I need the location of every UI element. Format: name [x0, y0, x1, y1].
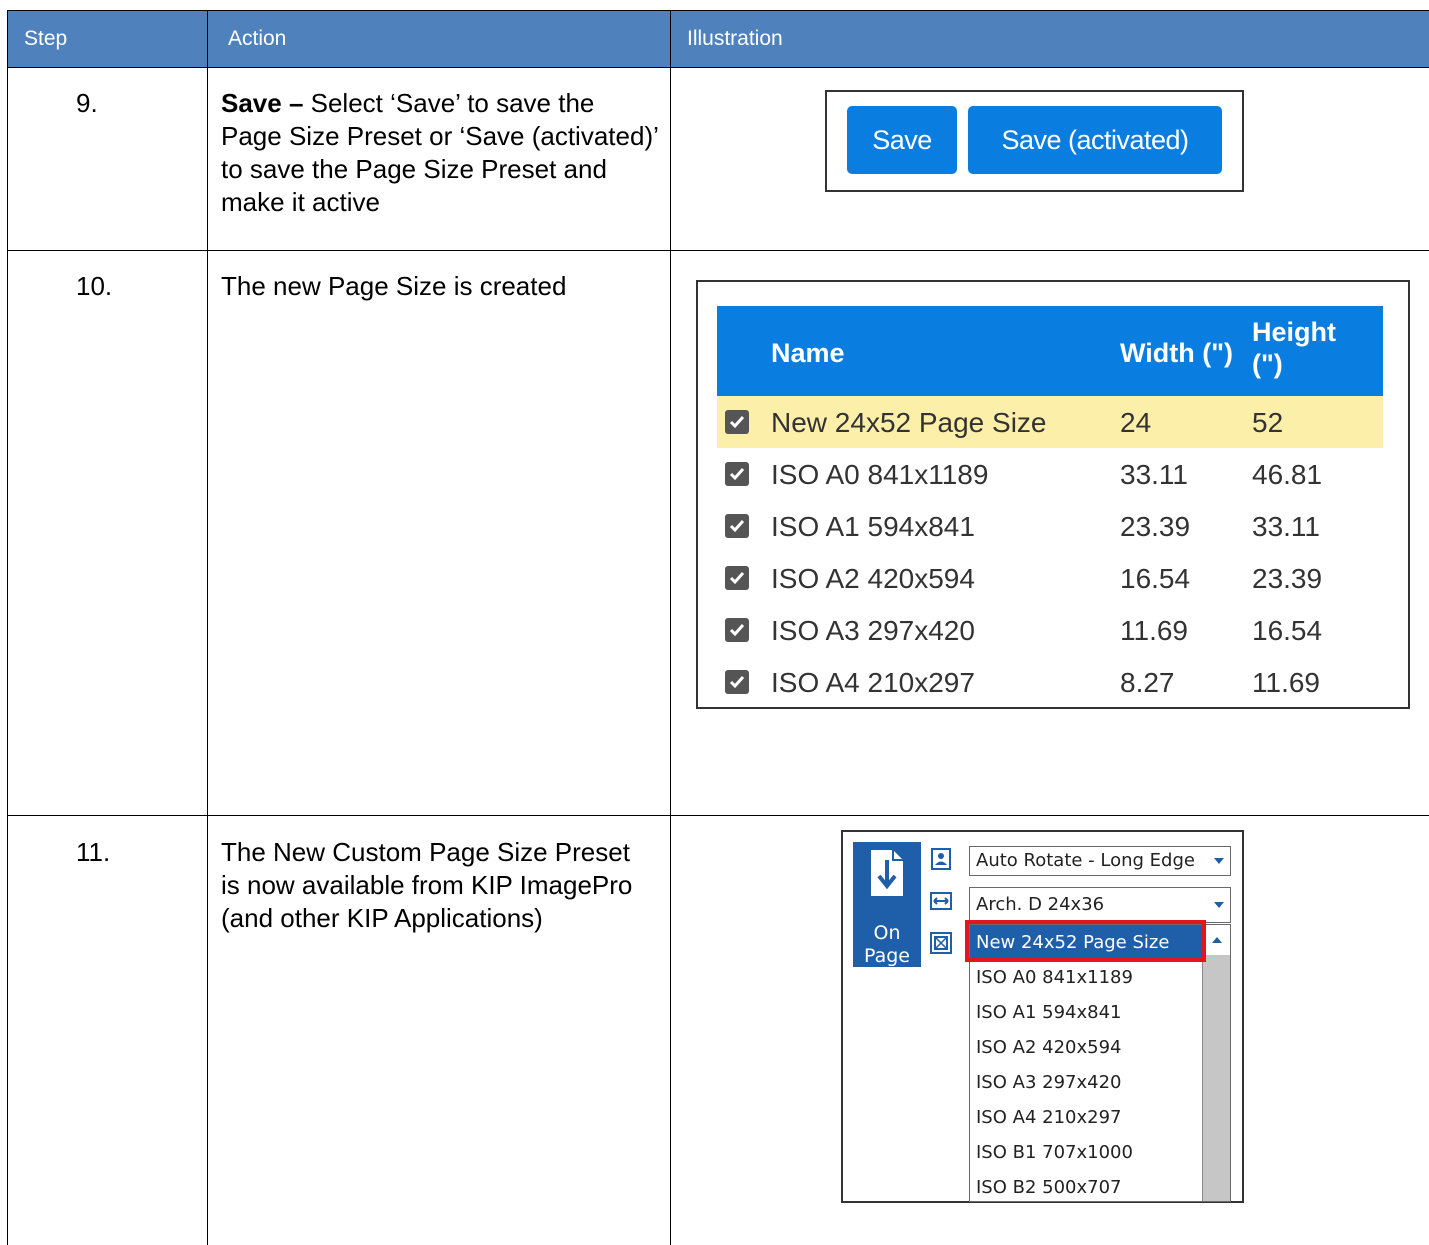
on-page-label-2: Page — [864, 945, 910, 967]
row-name: ISO A4 210x297 — [771, 667, 975, 698]
table-row[interactable]: ISO A1 594x841 23.39 33.11 — [717, 500, 1383, 552]
action-text: The New Custom Page Size Preset is now a… — [221, 837, 633, 933]
row-width: 16.54 — [1120, 563, 1191, 594]
column-width: Width (") — [1120, 338, 1234, 368]
row-width: 8.27 — [1120, 667, 1175, 698]
dropdown-option[interactable]: ISO A3 297x420 — [970, 1065, 1202, 1100]
table-row[interactable]: ISO A4 210x297 8.27 11.69 — [717, 656, 1383, 708]
chevron-down-icon — [1214, 902, 1224, 908]
column-height: Height (") — [1252, 317, 1336, 379]
page-size-select[interactable]: Arch. D 24x36 — [969, 887, 1231, 923]
table-row[interactable]: ISO A2 420x594 16.54 23.39 — [717, 552, 1383, 604]
row-width: 23.39 — [1120, 511, 1191, 542]
chevron-up-icon — [1212, 937, 1222, 943]
row-height: 11.69 — [1252, 667, 1320, 698]
dropdown-option[interactable]: ISO A2 420x594 — [970, 1030, 1202, 1065]
scroll-up-button[interactable] — [1203, 925, 1230, 955]
row-name: ISO A1 594x841 — [771, 511, 975, 542]
row-name: ISO A0 841x1189 — [771, 459, 989, 490]
checkbox-checked-icon[interactable] — [725, 514, 749, 538]
header-action: Action — [228, 27, 287, 50]
row-height: 16.54 — [1252, 615, 1323, 646]
step-number: 11. — [76, 837, 111, 867]
checkbox-checked-icon[interactable] — [725, 566, 749, 590]
dropdown-option[interactable]: ISO A0 841x1189 — [970, 960, 1202, 995]
chevron-down-icon — [1214, 858, 1224, 864]
row-height: 46.81 — [1252, 459, 1323, 490]
save-buttons-illustration: Save Save (activated) — [825, 90, 1244, 192]
step-number: 9. — [76, 88, 98, 118]
page-arrow-icon — [871, 850, 903, 896]
header-step: Step — [24, 27, 68, 50]
row-divider-1 — [7, 250, 1429, 251]
save-button[interactable]: Save — [847, 106, 957, 174]
selection-callout-outline — [965, 920, 1206, 962]
row-width: 33.11 — [1120, 459, 1188, 490]
page-size-table-illustration: Name Width (") Height (") New 24x52 Page… — [696, 280, 1410, 709]
page-size-select-value: Arch. D 24x36 — [976, 894, 1105, 915]
header-illustration: Illustration — [687, 27, 783, 50]
row-height: 52 — [1252, 407, 1284, 438]
column-divider-2 — [670, 10, 671, 1245]
action-text: The new Page Size is created — [221, 271, 567, 301]
on-page-label-1: On — [873, 922, 901, 944]
action-text: Save – Select ‘Save’ to save the Page Si… — [221, 87, 661, 219]
column-name: Name — [771, 338, 845, 368]
table-border-left — [7, 10, 8, 1245]
step-number: 10. — [76, 271, 113, 301]
checkbox-checked-icon[interactable] — [725, 670, 749, 694]
rotation-select-value: Auto Rotate - Long Edge — [976, 850, 1195, 871]
checkbox-checked-icon[interactable] — [725, 462, 749, 486]
row-width: 11.69 — [1120, 615, 1188, 646]
table-header: Step Action Illustration — [7, 10, 1429, 68]
row-divider-2 — [7, 815, 1429, 816]
save-activated-button[interactable]: Save (activated) — [968, 106, 1222, 174]
row-height: 33.11 — [1252, 511, 1320, 542]
table-row[interactable]: ISO A0 841x1189 33.11 46.81 — [717, 448, 1383, 500]
checkbox-checked-icon[interactable] — [725, 618, 749, 642]
dropdown-scrollbar[interactable] — [1202, 925, 1230, 1201]
dropdown-option[interactable]: ISO B1 707x1000 — [970, 1135, 1202, 1170]
kip-imagepro-illustration: On Page Auto Rotate - Long Edge Arch. D … — [841, 830, 1244, 1203]
dropdown-option[interactable]: ISO B2 500x707 — [970, 1170, 1202, 1201]
fit-page-icon[interactable] — [930, 932, 952, 954]
page-size-table-header: Name Width (") Height (") — [717, 306, 1383, 396]
row-height: 23.39 — [1252, 563, 1323, 594]
row-name: New 24x52 Page Size — [771, 407, 1047, 438]
table-row[interactable]: New 24x52 Page Size 24 52 — [717, 396, 1383, 448]
checkbox-checked-icon[interactable] — [725, 410, 749, 434]
fit-width-icon[interactable] — [930, 890, 952, 912]
rotation-select[interactable]: Auto Rotate - Long Edge — [969, 846, 1231, 876]
page-size-dropdown-list[interactable]: New 24x52 Page Size ISO A0 841x1189 ISO … — [969, 924, 1231, 1202]
dropdown-option[interactable]: ISO A1 594x841 — [970, 995, 1202, 1030]
column-divider-1 — [207, 10, 208, 1245]
dropdown-option[interactable]: ISO A4 210x297 — [970, 1100, 1202, 1135]
portrait-orientation-icon[interactable] — [930, 848, 952, 870]
row-name: ISO A3 297x420 — [771, 615, 975, 646]
row-width: 24 — [1120, 407, 1152, 438]
on-page-button[interactable]: On Page — [853, 842, 921, 967]
row-name: ISO A2 420x594 — [771, 563, 975, 594]
table-row[interactable]: ISO A3 297x420 11.69 16.54 — [717, 604, 1383, 656]
action-bold: Save – — [221, 88, 304, 118]
